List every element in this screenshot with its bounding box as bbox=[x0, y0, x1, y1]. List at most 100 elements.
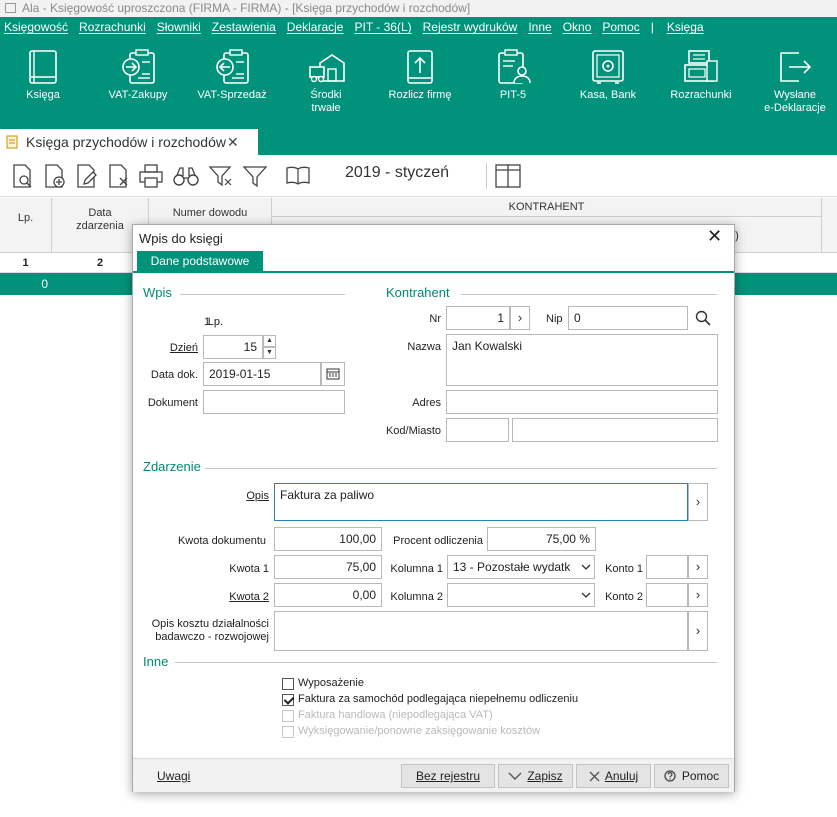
ribbon-pit5-button[interactable]: PIT-5 bbox=[476, 37, 550, 127]
col-header-lp: Lp. bbox=[17, 212, 34, 224]
miasto-field[interactable] bbox=[512, 418, 718, 442]
tab-ksiega-przychodow[interactable]: Księga przychodów i rozchodów ✕ bbox=[0, 129, 258, 155]
chevron-down-icon bbox=[508, 772, 522, 780]
dzien-down-icon[interactable]: ▼ bbox=[263, 347, 276, 359]
close-icon bbox=[589, 771, 600, 781]
assets-icon bbox=[309, 54, 345, 83]
document-preview-icon[interactable] bbox=[10, 163, 36, 189]
wyposazenie-checkbox[interactable] bbox=[282, 678, 294, 690]
menu-pit36[interactable]: PIT - 36(L) bbox=[354, 20, 411, 34]
procent-label: Procent odliczenia bbox=[393, 535, 483, 547]
ribbon-rozrachunki-button[interactable]: Rozrachunki bbox=[662, 37, 740, 127]
opis-br-field[interactable] bbox=[274, 611, 688, 651]
help-icon bbox=[664, 770, 676, 782]
menu-zestawienia[interactable]: Zestawienia bbox=[212, 20, 276, 34]
book-icon bbox=[29, 50, 57, 84]
kwota-dok-field[interactable]: 100,00 bbox=[274, 527, 382, 551]
filter-add-icon[interactable] bbox=[208, 163, 234, 189]
kolumna1-select[interactable]: 13 - Pozostałe wydatk bbox=[447, 555, 595, 579]
faktura-samochod-checkbox[interactable] bbox=[282, 694, 294, 706]
document-edit-icon[interactable] bbox=[74, 163, 100, 189]
filter-icon[interactable] bbox=[242, 163, 268, 189]
menu-inne[interactable]: Inne bbox=[528, 20, 551, 34]
opis-br-expand-button[interactable]: › bbox=[688, 611, 708, 651]
columns-layout-icon[interactable] bbox=[494, 163, 522, 189]
tax-form-person-icon bbox=[498, 49, 531, 84]
opis-field[interactable]: Faktura za paliwo bbox=[274, 483, 688, 521]
opis-expand-button[interactable]: › bbox=[688, 483, 708, 521]
clipboard-out-icon bbox=[216, 49, 249, 84]
ribbon-srodki-trwale-button[interactable]: Środki trwałe bbox=[285, 37, 367, 127]
chevron-down-icon[interactable] bbox=[581, 592, 591, 599]
binoculars-icon[interactable] bbox=[172, 163, 200, 189]
nr-field[interactable]: 1 bbox=[446, 306, 510, 330]
section-divider bbox=[175, 662, 717, 663]
chevron-down-icon[interactable] bbox=[581, 564, 591, 571]
ribbon-kasa-bank-button[interactable]: Kasa, Bank bbox=[570, 37, 646, 127]
menu-rejestr-wydrukow[interactable]: Rejestr wydruków bbox=[423, 20, 518, 34]
open-book-icon[interactable] bbox=[284, 163, 312, 189]
calendar-icon bbox=[326, 368, 340, 380]
opis-label: Opis bbox=[246, 490, 269, 502]
kolumna1-label: Kolumna 1 bbox=[390, 563, 443, 575]
tab-dane-podstawowe[interactable]: Dane podstawowe bbox=[137, 251, 263, 273]
konto1-next-button[interactable]: › bbox=[688, 555, 708, 579]
ribbon-vat-zakupy-button[interactable]: VAT-Zakupy bbox=[96, 37, 180, 127]
row-lp: 1 bbox=[22, 257, 29, 269]
kwota2-field[interactable]: 0,00 bbox=[274, 583, 382, 607]
kod-field[interactable] bbox=[446, 418, 509, 442]
uwagi-link[interactable]: Uwagi bbox=[157, 769, 190, 783]
search-icon[interactable] bbox=[695, 310, 711, 326]
calendar-button[interactable] bbox=[321, 362, 345, 386]
app-icon bbox=[5, 3, 16, 13]
menu-pomoc[interactable]: Pomoc bbox=[602, 20, 639, 34]
entry-dialog: Wpis do księgi ✕ Dane podstawowe Wpis Lp… bbox=[132, 224, 735, 792]
menu-slowniki[interactable]: Słowniki bbox=[157, 20, 201, 34]
period-label: 2019 - styczeń bbox=[345, 164, 450, 181]
toolbar-separator bbox=[486, 163, 487, 189]
section-inne: Inne bbox=[143, 654, 169, 669]
data-dok-field[interactable]: 2019-01-15 bbox=[203, 362, 321, 386]
dokument-label: Dokument bbox=[147, 397, 198, 409]
konto2-next-button[interactable]: › bbox=[688, 583, 708, 607]
faktura-handlowa-checkbox bbox=[282, 710, 294, 722]
tab-close-icon[interactable]: ✕ bbox=[227, 134, 239, 151]
dzien-up-icon[interactable]: ▲ bbox=[263, 335, 276, 347]
nr-label: Nr bbox=[429, 313, 441, 325]
nazwa-field[interactable]: Jan Kowalski bbox=[446, 334, 718, 386]
nr-next-button[interactable]: › bbox=[510, 306, 530, 330]
menu-ksiega[interactable]: Księga bbox=[667, 20, 704, 34]
document-delete-icon[interactable] bbox=[106, 163, 132, 189]
ribbon-wyslane-edeklaracje-button[interactable]: Wysłane e-Deklaracje bbox=[756, 37, 834, 127]
ribbon-rozlicz-firme-button[interactable]: Rozlicz firmę bbox=[378, 37, 462, 127]
printer-icon[interactable] bbox=[138, 163, 164, 189]
menu-okno[interactable]: Okno bbox=[563, 20, 592, 34]
lp-value: 1 bbox=[204, 316, 211, 328]
cash-register-icon bbox=[684, 50, 718, 82]
dzien-field[interactable]: 15 bbox=[203, 335, 263, 359]
adres-field[interactable] bbox=[446, 390, 718, 414]
bez-rejestru-button[interactable]: Bez rejestru bbox=[401, 764, 495, 788]
dokument-field[interactable] bbox=[203, 390, 345, 414]
document-add-icon[interactable] bbox=[42, 163, 68, 189]
konto2-field[interactable] bbox=[646, 583, 688, 607]
menu-ksiegowosc[interactable]: Księgowość bbox=[4, 20, 68, 34]
nip-field[interactable]: 0 bbox=[568, 306, 688, 330]
menu-deklaracje[interactable]: Deklaracje bbox=[287, 20, 344, 34]
ribbon-srodki-label-2: trwałe bbox=[311, 102, 341, 114]
pomoc-button[interactable]: Pomoc bbox=[654, 764, 729, 788]
ribbon-vat-sprzedaz-button[interactable]: VAT-Sprzedaż bbox=[186, 37, 278, 127]
konto1-label: Konto 1 bbox=[605, 563, 643, 575]
anuluj-button[interactable]: Anuluj bbox=[576, 764, 651, 788]
menu-bar: Księgowość Rozrachunki Słowniki Zestawie… bbox=[0, 17, 837, 37]
opis-br-label-2: badawczo - rozwojowej bbox=[155, 631, 269, 643]
zapisz-button[interactable]: Zapisz bbox=[498, 764, 573, 788]
konto1-field[interactable] bbox=[646, 555, 688, 579]
menu-rozrachunki[interactable]: Rozrachunki bbox=[79, 20, 146, 34]
dialog-close-icon[interactable]: ✕ bbox=[707, 226, 722, 247]
kolumna2-select[interactable] bbox=[447, 583, 595, 607]
ribbon-rozrachunki-label: Rozrachunki bbox=[670, 89, 732, 101]
kwota1-field[interactable]: 75,00 bbox=[274, 555, 382, 579]
procent-field[interactable]: 75,00 % bbox=[487, 527, 596, 551]
ribbon-ksiega-button[interactable]: Księga bbox=[6, 37, 80, 127]
